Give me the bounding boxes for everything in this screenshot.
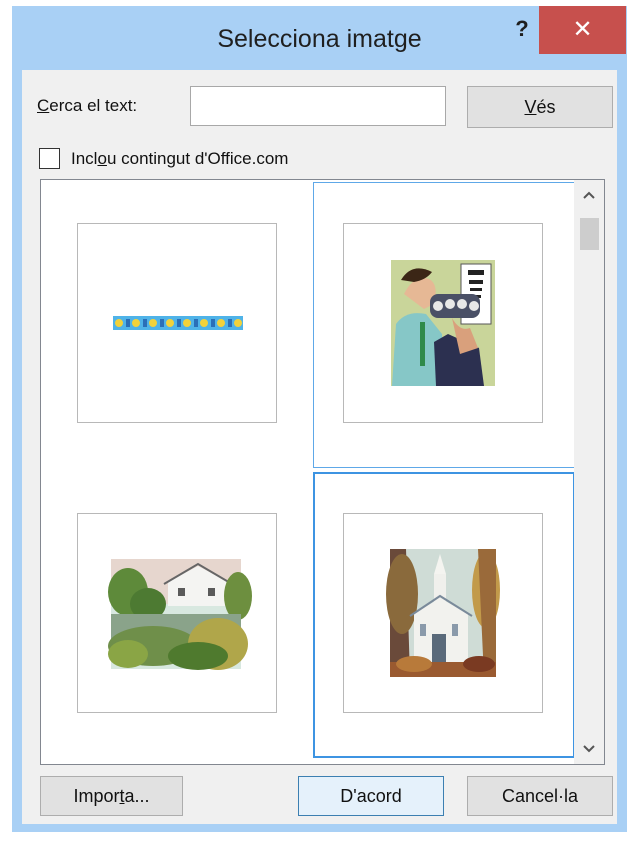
search-label: Cerca el text: (37, 96, 138, 115)
house-by-lake-image (108, 559, 252, 670)
include-office-checkbox[interactable] (39, 148, 60, 169)
include-office-label[interactable]: Inclou contingut d'Office.com (71, 149, 288, 169)
scroll-up-button[interactable] (574, 180, 604, 210)
chevron-up-icon (583, 191, 595, 199)
go-button-label: és (536, 96, 556, 117)
dotted-border-image (113, 316, 243, 330)
close-button[interactable]: ✕ (539, 6, 626, 54)
clipart-thumbnail (343, 223, 543, 423)
clipart-results-list[interactable] (40, 179, 605, 765)
clipart-item[interactable] (43, 472, 309, 756)
clipart-thumbnail (343, 513, 543, 713)
dialog-window: Selecciona imatge ? ✕ Cerca el text: Vés… (12, 6, 627, 832)
cancel-button[interactable]: Cancel·la (467, 776, 613, 816)
chevron-down-icon (583, 745, 595, 753)
go-button-access-key: V (524, 96, 537, 117)
clipart-item[interactable] (43, 182, 309, 466)
search-input[interactable] (190, 86, 446, 126)
dialog-body: Cerca el text: Vés Inclou contingut d'Of… (22, 70, 617, 824)
clipart-item[interactable] (313, 182, 575, 468)
close-icon: ✕ (572, 16, 593, 43)
import-button[interactable]: Impor t a... (40, 776, 183, 816)
list-scrollbar[interactable] (574, 180, 604, 764)
eye-exam-image (391, 260, 495, 386)
clipart-item[interactable] (313, 472, 575, 758)
scroll-down-button[interactable] (574, 734, 604, 764)
go-button[interactable]: Vés (467, 86, 613, 128)
clipart-thumbnail (77, 223, 277, 423)
ok-button[interactable]: D'acord (298, 776, 444, 816)
scroll-thumb[interactable] (580, 218, 599, 250)
white-church-image (386, 549, 500, 677)
clipart-thumbnail (77, 513, 277, 713)
